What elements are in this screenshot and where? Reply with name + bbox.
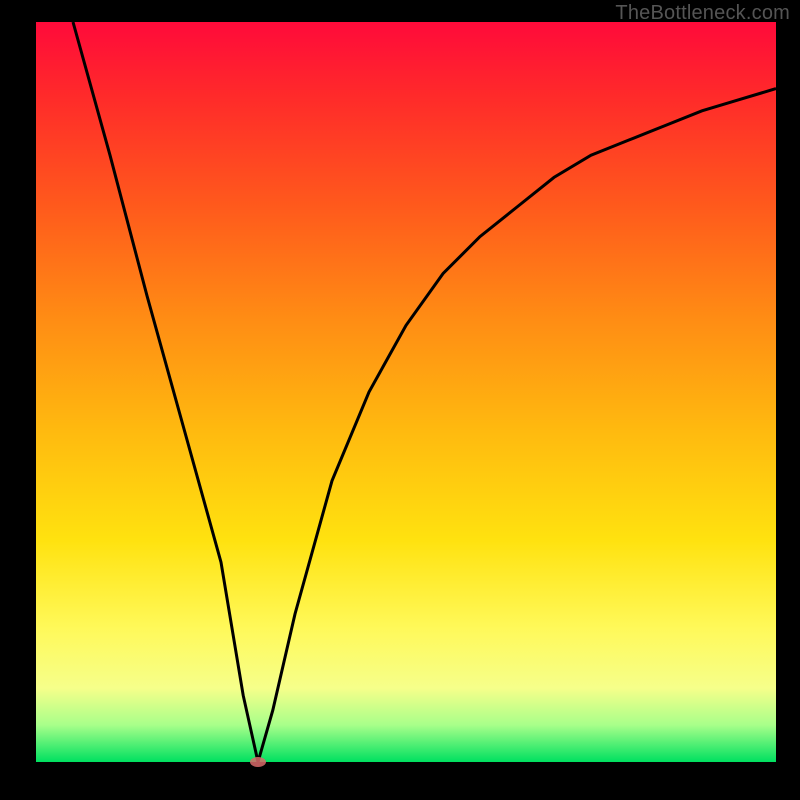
- outer-frame: TheBottleneck.com: [0, 0, 800, 800]
- min-point-marker: [250, 757, 266, 767]
- watermark-text: TheBottleneck.com: [615, 2, 790, 25]
- bottleneck-curve: [36, 22, 776, 762]
- plot-area: [36, 22, 776, 762]
- curve-path: [73, 22, 776, 762]
